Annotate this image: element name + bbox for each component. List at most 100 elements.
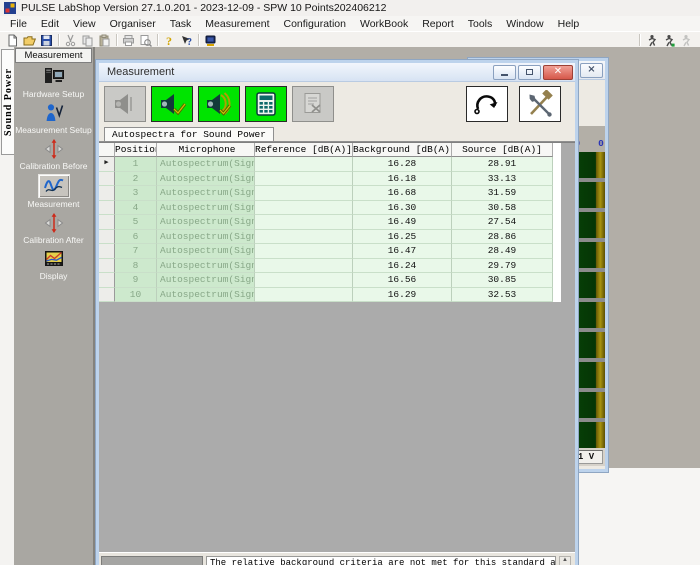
sidebar-item-calibration-before[interactable]: Calibration Before bbox=[14, 138, 93, 171]
sidebar-item-measurement-setup[interactable]: Measurement Setup bbox=[14, 102, 93, 135]
menu-file[interactable]: File bbox=[3, 18, 34, 30]
function-runner-disabled-icon[interactable] bbox=[677, 33, 694, 47]
speaker-check-button[interactable] bbox=[151, 86, 193, 122]
cell-pos: 3 bbox=[115, 186, 157, 201]
open-file-icon[interactable] bbox=[21, 33, 38, 47]
table-row[interactable]: 9Autospectrum(Signal 09) 16.5630.85 bbox=[99, 273, 561, 288]
speaker-button[interactable] bbox=[104, 86, 146, 122]
calculator-button[interactable] bbox=[245, 86, 287, 122]
new-file-icon[interactable] bbox=[4, 33, 21, 47]
function-runner-2-icon[interactable] bbox=[660, 33, 677, 47]
loop-arrow-button[interactable] bbox=[466, 86, 508, 122]
table-body: ▶1Autospectrum(Signal 01)16.2828.912Auto… bbox=[99, 157, 561, 302]
cell-pos: 4 bbox=[115, 200, 157, 215]
cell-pos: 1 bbox=[115, 157, 157, 172]
cell-src: 28.49 bbox=[452, 244, 553, 259]
status-message: The relative background criteria are not… bbox=[206, 556, 556, 565]
row-selector-cell bbox=[99, 215, 115, 230]
cell-ref bbox=[255, 215, 353, 230]
svg-text:?: ? bbox=[166, 34, 172, 47]
cell-mic: Autospectrum(Signal 09) bbox=[157, 273, 255, 288]
function-runner-1-icon[interactable] bbox=[643, 33, 660, 47]
cell-src: 29.79 bbox=[452, 258, 553, 273]
sidebar-item-label: Display bbox=[39, 271, 68, 281]
context-help-icon[interactable]: ? bbox=[178, 33, 195, 47]
cut-icon[interactable] bbox=[62, 33, 79, 47]
print-icon[interactable] bbox=[120, 33, 137, 47]
scale-tick: 0 bbox=[598, 138, 604, 149]
menu-help[interactable]: Help bbox=[551, 18, 587, 30]
cell-pos: 8 bbox=[115, 258, 157, 273]
cell-src: 28.86 bbox=[452, 229, 553, 244]
meter-close-button[interactable]: × bbox=[580, 62, 603, 78]
cell-pos: 9 bbox=[115, 273, 157, 288]
task-tabstrip: Sound Power bbox=[0, 47, 15, 565]
menu-workbook[interactable]: WorkBook bbox=[353, 18, 415, 30]
menu-edit[interactable]: Edit bbox=[34, 18, 66, 30]
table-row[interactable]: 4Autospectrum(Signal 04) 16.3030.58 bbox=[99, 200, 561, 215]
menu-report[interactable]: Report bbox=[415, 18, 461, 30]
cell-pos: 7 bbox=[115, 244, 157, 259]
cell-mic: Autospectrum(Signal 01) bbox=[157, 157, 255, 172]
tab-autospectra[interactable]: Autospectra for Sound Power bbox=[104, 127, 274, 141]
row-selector-cell bbox=[99, 287, 115, 302]
save-icon[interactable] bbox=[38, 33, 55, 47]
measurement-icon bbox=[37, 174, 70, 198]
tools-button[interactable] bbox=[519, 86, 561, 122]
calibration-icon bbox=[39, 138, 69, 160]
measurement-close-button[interactable]: ✕ bbox=[543, 64, 573, 80]
measurement-minimize-button[interactable] bbox=[493, 64, 516, 80]
header-reference: Reference [dB(A)] bbox=[255, 143, 353, 157]
menu-tools[interactable]: Tools bbox=[461, 18, 500, 30]
measurement-titlebar[interactable]: Measurement ✕ bbox=[99, 63, 575, 82]
table-row[interactable]: ▶1Autospectrum(Signal 01) 16.2828.91 bbox=[99, 157, 561, 172]
cell-ref bbox=[255, 186, 353, 201]
header-source: Source [dB(A)] bbox=[452, 143, 553, 157]
cell-ref bbox=[255, 287, 353, 302]
table-row[interactable]: 2Autospectrum(Signal 02) 16.1833.13 bbox=[99, 171, 561, 186]
labshop-monitor-icon[interactable] bbox=[202, 33, 219, 47]
table-row[interactable]: 10Autospectrum(Signal 10) 16.2932.53 bbox=[99, 287, 561, 302]
autospectra-table: Position Microphone Reference [dB(A)] Backg… bbox=[99, 143, 561, 302]
sidebar-item-hardware-setup[interactable]: Hardware Setup bbox=[14, 66, 93, 99]
cell-pos: 10 bbox=[115, 287, 157, 302]
cell-pos: 6 bbox=[115, 229, 157, 244]
sidebar-item-display[interactable]: Display bbox=[14, 248, 93, 281]
paste-icon[interactable] bbox=[96, 33, 113, 47]
cell-pos: 2 bbox=[115, 171, 157, 186]
table-row[interactable]: 7Autospectrum(Signal 07) 16.4728.49 bbox=[99, 244, 561, 259]
header-background: Background [dB(A)] bbox=[353, 143, 452, 157]
app-logo-icon bbox=[4, 2, 16, 14]
menu-task[interactable]: Task bbox=[163, 18, 199, 30]
sidebar-item-measurement[interactable]: Measurement bbox=[14, 174, 93, 209]
print-preview-icon[interactable] bbox=[137, 33, 154, 47]
measurement-maximize-button[interactable] bbox=[518, 64, 541, 80]
cell-ref bbox=[255, 157, 353, 172]
menu-measurement[interactable]: Measurement bbox=[198, 18, 276, 30]
copy-icon[interactable] bbox=[79, 33, 96, 47]
tab-sound-power[interactable]: Sound Power bbox=[1, 49, 15, 155]
report-button[interactable] bbox=[292, 86, 334, 122]
cell-ref bbox=[255, 229, 353, 244]
measurement-grid-area: Position Microphone Reference [dB(A)] Backg… bbox=[99, 142, 575, 552]
cell-bg: 16.28 bbox=[353, 157, 452, 172]
help-icon[interactable]: ? bbox=[161, 33, 178, 47]
calibration-icon bbox=[39, 212, 69, 234]
table-header-row: Position Microphone Reference [dB(A)] Backg… bbox=[99, 143, 561, 157]
menu-configuration[interactable]: Configuration bbox=[277, 18, 353, 30]
menu-view[interactable]: View bbox=[66, 18, 103, 30]
cell-pos: 5 bbox=[115, 215, 157, 230]
table-row[interactable]: 8Autospectrum(Signal 08) 16.2429.79 bbox=[99, 258, 561, 273]
cell-bg: 16.56 bbox=[353, 273, 452, 288]
multi-speaker-check-button[interactable] bbox=[198, 86, 240, 122]
table-row[interactable]: 5Autospectrum(Signal 05) 16.4927.54 bbox=[99, 215, 561, 230]
cell-src: 28.91 bbox=[452, 157, 553, 172]
measurement-statusbar: The relative background criteria are not… bbox=[99, 552, 575, 565]
table-row[interactable]: 6Autospectrum(Signal 06) 16.2528.86 bbox=[99, 229, 561, 244]
sidebar-item-calibration-after[interactable]: Calibration After bbox=[14, 212, 93, 245]
menu-organiser[interactable]: Organiser bbox=[103, 18, 163, 30]
menu-window[interactable]: Window bbox=[499, 18, 550, 30]
table-row[interactable]: 3Autospectrum(Signal 03) 16.6831.59 bbox=[99, 186, 561, 201]
status-scroll-up-icon[interactable]: ▲ bbox=[559, 556, 571, 565]
cell-bg: 16.25 bbox=[353, 229, 452, 244]
